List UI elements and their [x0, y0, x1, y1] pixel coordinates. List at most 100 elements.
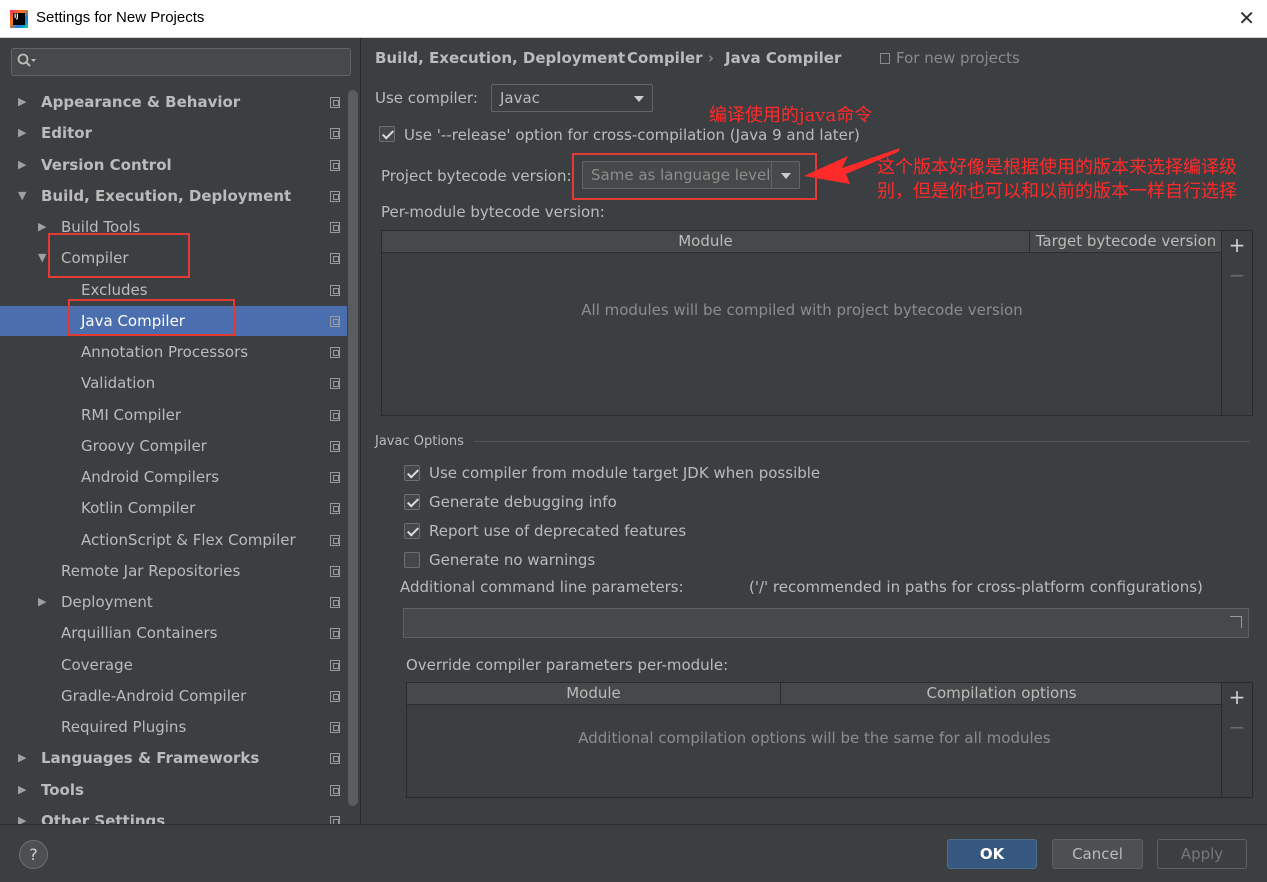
project-icon — [880, 53, 890, 64]
collapsed-arrow-icon[interactable]: ▶ — [18, 87, 26, 117]
tree-item[interactable]: ▶ Tools — [0, 775, 347, 805]
tree-item-label: Version Control — [41, 155, 172, 174]
remove-icon[interactable]: − — [1222, 263, 1252, 287]
add-icon[interactable]: + — [1222, 233, 1252, 257]
sidebar-scrollbar[interactable] — [348, 90, 358, 806]
column-header-module[interactable]: Module — [407, 683, 781, 705]
table-toolbar: + − — [1221, 231, 1252, 415]
collapsed-arrow-icon[interactable]: ▶ — [18, 775, 26, 805]
ok-button[interactable]: OK — [947, 839, 1037, 869]
project-settings-icon — [330, 597, 340, 608]
project-settings-icon — [330, 628, 340, 640]
tree-item-label: Android Compilers — [81, 468, 220, 486]
collapsed-arrow-icon[interactable]: ▶ — [38, 212, 46, 242]
close-icon[interactable]: ✕ — [1238, 6, 1255, 30]
tree-item-label: Languages & Frameworks — [41, 749, 260, 768]
tree-item[interactable]: ▶ Languages & Frameworks — [0, 743, 347, 773]
collapsed-arrow-icon[interactable]: ▶ — [18, 806, 26, 824]
use-module-jdk-checkbox[interactable] — [404, 465, 420, 481]
no-warnings-checkbox[interactable] — [404, 552, 420, 568]
highlight-box-bytecode — [572, 153, 817, 200]
expanded-arrow-icon[interactable]: ▼ — [18, 181, 26, 211]
project-settings-icon — [330, 534, 340, 546]
tree-item[interactable]: Annotation Processors — [0, 337, 347, 367]
release-option-checkbox[interactable] — [379, 126, 395, 142]
table-empty-text: All modules will be compiled with projec… — [581, 301, 1023, 319]
tree-item-label: Validation — [81, 374, 156, 393]
use-compiler-label: Use compiler: — [375, 89, 478, 107]
project-settings-icon — [330, 753, 340, 765]
highlight-box-java-compiler — [68, 299, 235, 336]
tree-item-label: Remote Jar Repositories — [61, 561, 241, 580]
expanded-arrow-icon[interactable]: ▼ — [38, 243, 46, 273]
deprecated-checkbox[interactable] — [404, 523, 420, 539]
remove-icon[interactable]: − — [1222, 715, 1252, 739]
tree-item[interactable]: Required Plugins — [0, 712, 347, 742]
project-settings-icon — [330, 722, 340, 733]
tree-item-label: Coverage — [61, 655, 133, 674]
tree-item-label: Arquillian Containers — [61, 624, 218, 643]
tree-item[interactable]: Coverage — [0, 650, 347, 680]
annotation-arrow — [804, 148, 900, 184]
column-header-module[interactable]: Module — [382, 231, 1030, 253]
search-input[interactable] — [11, 48, 351, 76]
apply-button[interactable]: Apply — [1157, 839, 1247, 869]
tree-item-label: Groovy Compiler — [81, 436, 207, 455]
tree-item[interactable]: ActionScript & Flex Compiler — [0, 525, 347, 555]
tree-item-label: Annotation Processors — [81, 343, 249, 361]
tree-item-label: Appearance & Behavior — [41, 93, 241, 111]
tree-item[interactable]: ▶ Version Control — [0, 150, 347, 180]
tree-item[interactable]: Gradle-Android Compiler — [0, 681, 347, 711]
debug-info-checkbox[interactable] — [404, 494, 420, 510]
breadcrumb-item[interactable]: Compiler — [627, 49, 703, 67]
table-toolbar: + − — [1221, 683, 1252, 797]
project-settings-icon — [330, 284, 340, 296]
project-settings-icon — [330, 159, 340, 171]
breadcrumb-separator: › — [610, 49, 616, 67]
debug-info-label: Generate debugging info — [429, 493, 617, 511]
highlight-box-compiler — [48, 233, 190, 278]
scope-label: For new projects — [880, 49, 1020, 67]
tree-item[interactable]: Groovy Compiler — [0, 431, 347, 461]
project-settings-icon — [330, 128, 340, 140]
tree-item[interactable]: RMI Compiler — [0, 400, 347, 430]
help-button[interactable]: ? — [19, 840, 48, 869]
javac-options-title: Javac Options — [375, 434, 464, 449]
tree-item[interactable]: Android Compilers — [0, 462, 347, 492]
tree-item[interactable]: ▼ Build, Execution, Deployment — [0, 181, 347, 211]
collapsed-arrow-icon[interactable]: ▶ — [18, 150, 26, 180]
column-header-compilation-options[interactable]: Compilation options — [781, 683, 1222, 705]
add-icon[interactable]: + — [1222, 685, 1252, 709]
tree-item[interactable]: ▶ Editor — [0, 118, 347, 148]
tree-item-label: Build, Execution, Deployment — [41, 186, 292, 205]
tree-item-label: Kotlin Compiler — [81, 499, 196, 518]
collapsed-arrow-icon[interactable]: ▶ — [18, 118, 26, 148]
tree-item-label: Editor — [41, 124, 92, 143]
tree-item[interactable]: ▶ Other Settings — [0, 806, 347, 824]
breadcrumb-separator: › — [708, 49, 714, 67]
annotation-note-bytecode: 这个版本好像是根据使用的版本来选择编译级别，但是你也可以和以前的版本一样自行选择 — [877, 157, 1237, 202]
project-settings-icon — [330, 378, 340, 390]
tree-item[interactable]: ▶ Appearance & Behavior — [0, 87, 347, 117]
override-params-table: Module Compilation options Additional co… — [406, 682, 1253, 798]
breadcrumb-item[interactable]: Build, Execution, Deployment — [375, 49, 625, 67]
project-settings-icon — [330, 190, 340, 202]
project-settings-icon — [330, 472, 340, 483]
column-header-target-bytecode[interactable]: Target bytecode version — [1030, 231, 1222, 253]
tree-item[interactable]: Validation — [0, 368, 347, 398]
collapsed-arrow-icon[interactable]: ▶ — [18, 743, 26, 773]
use-compiler-select[interactable]: Javac — [491, 84, 653, 112]
tree-item[interactable]: Arquillian Containers — [0, 618, 347, 648]
cancel-button[interactable]: Cancel — [1052, 839, 1143, 869]
additional-params-input[interactable] — [403, 608, 1249, 638]
collapsed-arrow-icon[interactable]: ▶ — [38, 587, 46, 617]
window-title: Settings for New Projects — [36, 9, 205, 26]
project-settings-icon — [330, 409, 340, 421]
tree-item[interactable]: ▶ Deployment — [0, 587, 347, 617]
project-settings-icon — [330, 97, 340, 108]
tree-item[interactable]: Kotlin Compiler — [0, 493, 347, 523]
project-settings-icon — [330, 253, 340, 265]
tree-item-label: Other Settings — [41, 811, 166, 824]
tree-item[interactable]: Remote Jar Repositories — [0, 556, 347, 586]
expand-icon[interactable] — [1230, 616, 1242, 628]
